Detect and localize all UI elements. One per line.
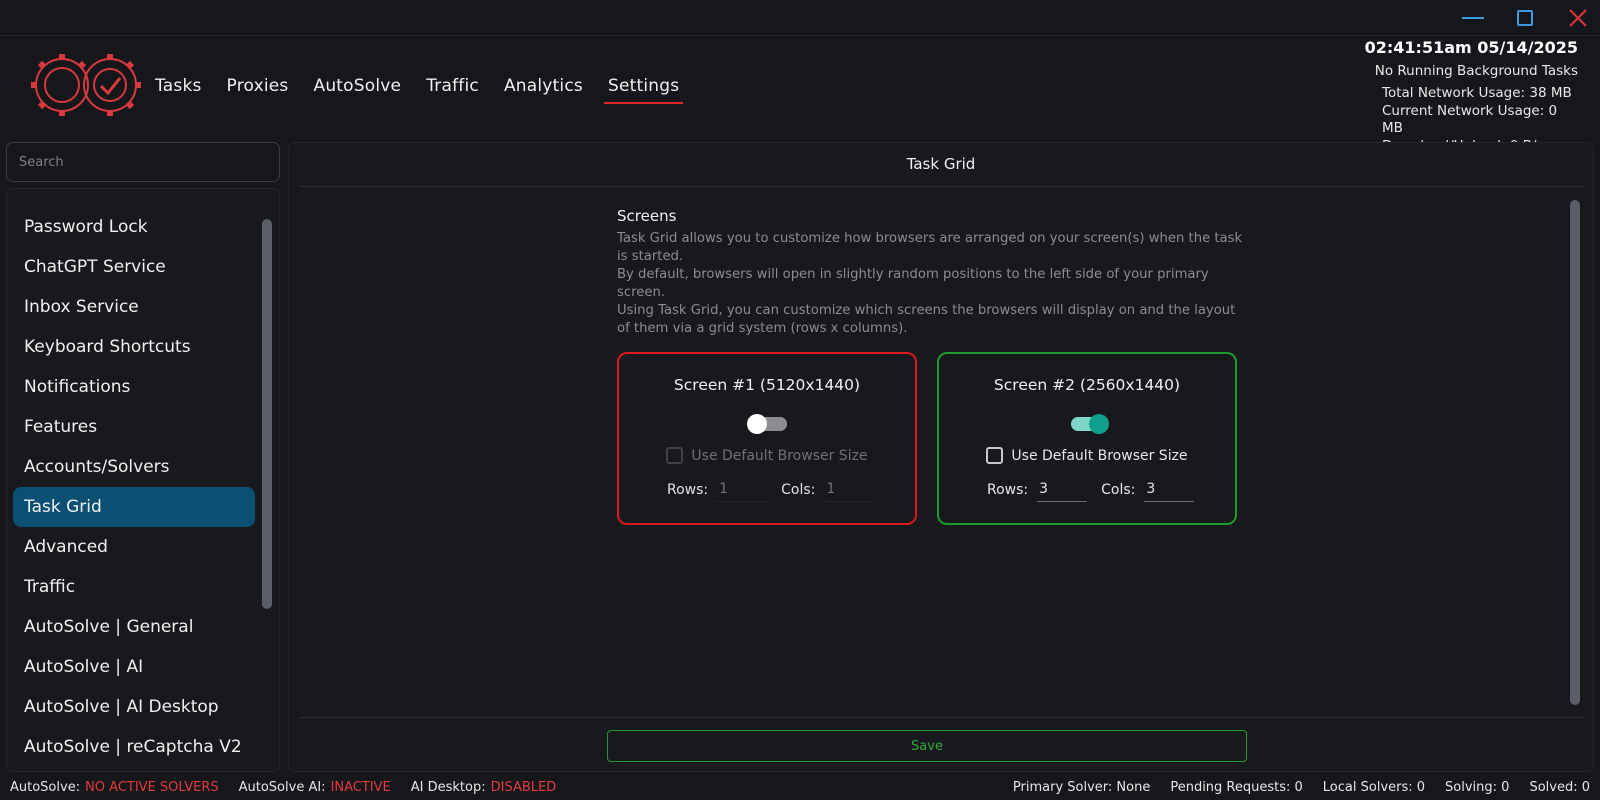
sidebar-item-password-lock[interactable]: Password Lock: [13, 207, 255, 247]
screen-enable-toggle[interactable]: [1067, 414, 1109, 434]
cols-label: Cols:: [781, 481, 816, 498]
sidebar-item-features[interactable]: Features: [13, 407, 255, 447]
sidebar-item-chatgpt-service[interactable]: ChatGPT Service: [13, 247, 255, 287]
sidebar-item-autosolve-ai[interactable]: AutoSolve | AI: [13, 647, 255, 687]
cols-input[interactable]: [824, 477, 875, 502]
panel-title: Task Grid: [906, 155, 976, 173]
clock: 02:41:51am 05/14/2025: [1364, 38, 1578, 57]
default-size-option: Use Default Browser Size: [939, 447, 1235, 464]
screen-title: Screen #1 (5120x1440): [673, 376, 861, 394]
system-status: 02:41:51am 05/14/2025 No Running Backgro…: [1365, 38, 1578, 155]
screens-section: Screens Task Grid allows you to customiz…: [617, 207, 1247, 338]
primary-solver: Primary Solver: None: [1012, 780, 1151, 795]
nav-settings[interactable]: Settings: [603, 76, 684, 104]
default-size-checkbox[interactable]: [666, 447, 684, 464]
rows-label: Rows:: [667, 481, 709, 498]
sidebar-item-accounts-solvers[interactable]: Accounts/Solvers: [13, 447, 255, 487]
nav-traffic[interactable]: Traffic: [426, 76, 479, 104]
sidebar-item-keyboard-shortcuts[interactable]: Keyboard Shortcuts: [13, 327, 255, 367]
nav-proxies[interactable]: Proxies: [227, 76, 289, 104]
grid-size-row: Rows: Cols:: [987, 477, 1195, 502]
autosolve-ai-status: AutoSolve AI: INACTIVE: [238, 780, 391, 795]
minimize-icon: [1462, 17, 1484, 19]
divider: [299, 186, 1585, 187]
pending-requests: Pending Requests: 0: [1170, 780, 1303, 795]
close-button[interactable]: [1565, 6, 1591, 30]
default-size-label: Use Default Browser Size: [1011, 447, 1188, 464]
minimize-button[interactable]: [1460, 6, 1486, 30]
maximize-icon: [1517, 10, 1533, 26]
panel-scrollbar[interactable]: [1570, 200, 1580, 705]
grid-size-row: Rows: Cols:: [667, 477, 875, 502]
section-title: Screens: [617, 207, 677, 225]
screen-card-2: Screen #2 (2560x1440) Use Default Browse…: [937, 352, 1237, 525]
settings-sidebar: Password Lock ChatGPT Service Inbox Serv…: [6, 188, 280, 772]
background-tasks-status: No Running Background Tasks: [1374, 63, 1578, 79]
nav-tasks[interactable]: Tasks: [155, 76, 202, 104]
app-logo-icon: [31, 54, 141, 116]
autosolve-status-value: NO ACTIVE SOLVERS: [85, 780, 219, 795]
solved-count: Solved: 0: [1529, 780, 1590, 795]
title-bar: [0, 0, 1600, 36]
save-button[interactable]: Save: [607, 730, 1247, 762]
close-icon: [1569, 9, 1587, 27]
default-size-label: Use Default Browser Size: [691, 447, 868, 464]
screen-card-1: Screen #1 (5120x1440) Use Default Browse…: [617, 352, 917, 525]
nav-analytics[interactable]: Analytics: [504, 76, 583, 104]
rows-input[interactable]: [717, 477, 768, 502]
sidebar-item-autosolve-general[interactable]: AutoSolve | General: [13, 607, 255, 647]
screen-enable-toggle[interactable]: [747, 414, 789, 434]
divider: [299, 717, 1585, 718]
autosolve-status: AutoSolve: NO ACTIVE SOLVERS: [10, 780, 219, 795]
sidebar-item-notifications[interactable]: Notifications: [13, 367, 255, 407]
ai-desktop-status: AI Desktop: DISABLED: [410, 780, 557, 795]
search-input[interactable]: [6, 142, 280, 182]
sidebar-item-traffic[interactable]: Traffic: [13, 567, 255, 607]
autosolve-ai-status-value: INACTIVE: [330, 780, 391, 795]
task-grid-panel: Task Grid Screens Task Grid allows you t…: [288, 142, 1594, 772]
sidebar-item-advanced[interactable]: Advanced: [13, 527, 255, 567]
total-network-usage: Total Network Usage: 38 MB: [1382, 85, 1572, 101]
sidebar-item-inbox-service[interactable]: Inbox Service: [13, 287, 255, 327]
cols-label: Cols:: [1101, 481, 1136, 498]
default-size-checkbox[interactable]: [986, 447, 1004, 464]
solving-count: Solving: 0: [1445, 780, 1510, 795]
sidebar-item-autosolve-recaptcha-v2[interactable]: AutoSolve | reCaptcha V2: [13, 727, 255, 767]
screen-title: Screen #2 (2560x1440): [993, 376, 1181, 394]
nav-autosolve[interactable]: AutoSolve: [314, 76, 402, 104]
local-solvers: Local Solvers: 0: [1322, 780, 1426, 795]
settings-menu: Password Lock ChatGPT Service Inbox Serv…: [13, 207, 255, 767]
maximize-button[interactable]: [1512, 6, 1538, 30]
cols-input[interactable]: [1144, 477, 1195, 502]
status-bar: AutoSolve: NO ACTIVE SOLVERS AutoSolve A…: [0, 775, 1600, 800]
sidebar-item-task-grid[interactable]: Task Grid: [13, 487, 255, 527]
section-description: Task Grid allows you to customize how br…: [617, 231, 1243, 336]
ai-desktop-status-value: DISABLED: [490, 780, 557, 795]
current-network-usage: Current Network Usage: 0 MB: [1382, 102, 1558, 137]
rows-label: Rows:: [987, 481, 1029, 498]
sidebar-scrollbar[interactable]: [262, 219, 272, 609]
sidebar-item-autosolve-ai-desktop[interactable]: AutoSolve | AI Desktop: [13, 687, 255, 727]
main-nav: Tasks Proxies AutoSolve Traffic Analytic…: [155, 76, 684, 104]
default-size-option: Use Default Browser Size: [619, 447, 915, 464]
rows-input[interactable]: [1037, 477, 1088, 502]
